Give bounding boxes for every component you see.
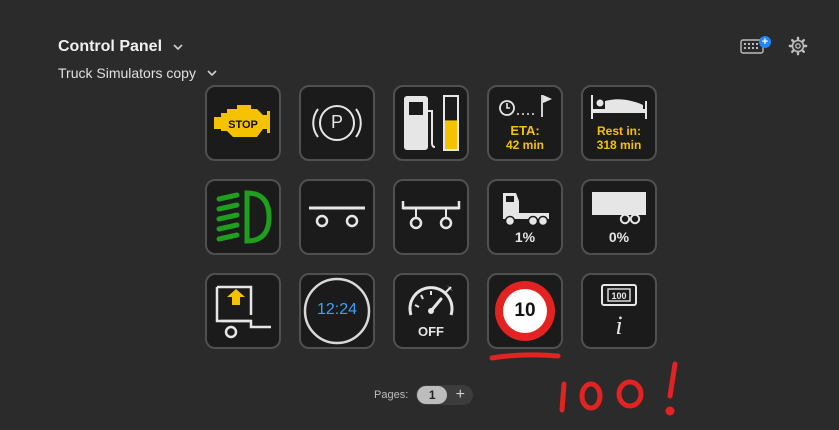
key-lift-axle[interactable] <box>205 273 281 349</box>
add-page-button[interactable]: + <box>447 385 473 405</box>
page-switcher: 1 + <box>416 385 474 405</box>
key-engine-stop[interactable]: STOP <box>205 85 281 161</box>
profile-name: Truck Simulators copy <box>58 65 196 81</box>
trailer-axle-icon <box>401 201 461 230</box>
key-speed-limit[interactable]: 10 <box>487 273 563 349</box>
key-clock[interactable]: 12:24 <box>299 273 375 349</box>
keyboard-button[interactable]: + <box>740 36 771 54</box>
info-letter: i <box>615 311 623 340</box>
key-grid: STOP P ETA: 42 min Rest in: 318 min 1% 0… <box>205 85 657 349</box>
low-beam-icon <box>216 190 272 244</box>
key-trailer-damage[interactable]: 0% <box>581 179 657 255</box>
add-badge: + <box>759 36 771 48</box>
pager: Pages: 1 + <box>374 385 474 405</box>
info-sign-value: 100 <box>611 291 627 301</box>
fuel-gauge-icon <box>404 95 459 151</box>
trailer-damage-value: 0% <box>608 229 630 245</box>
pages-label: Pages: <box>374 389 409 401</box>
eta-value: 42 min <box>505 138 544 152</box>
speed-limit-value: 10 <box>514 300 536 321</box>
rest-value: 318 min <box>596 138 642 152</box>
cruise-control-state: OFF <box>418 324 444 339</box>
lift-axle-icon <box>215 285 271 339</box>
key-parking-brake[interactable]: P <box>299 85 375 161</box>
gear-icon[interactable] <box>788 36 808 56</box>
handwritten-annotation <box>489 352 678 416</box>
engine-stop-label: STOP <box>228 119 258 131</box>
title-text: Control Panel <box>58 38 163 55</box>
key-info[interactable]: 100 i <box>581 273 657 349</box>
parking-brake-label: P <box>330 112 343 132</box>
clock-time: 12:24 <box>316 301 358 318</box>
key-trailer-axle[interactable] <box>299 179 375 255</box>
chevron-down-icon <box>207 70 217 77</box>
key-eta[interactable]: ETA: 42 min <box>487 85 563 161</box>
page-title[interactable]: Control Panel <box>58 38 184 56</box>
axle-icon <box>309 206 365 228</box>
key-truck-damage[interactable]: 1% <box>487 179 563 255</box>
key-cruise-control[interactable]: OFF <box>393 273 469 349</box>
truck-damage-value: 1% <box>514 229 536 245</box>
key-rest[interactable]: Rest in: 318 min <box>581 85 657 161</box>
chevron-down-icon <box>173 44 183 51</box>
key-trailer-raise[interactable] <box>393 179 469 255</box>
page-1-button[interactable]: 1 <box>417 386 448 404</box>
key-fuel[interactable] <box>393 85 469 161</box>
profile-selector[interactable]: Truck Simulators copy <box>58 65 218 81</box>
eta-label: ETA: <box>510 123 540 138</box>
rest-label: Rest in: <box>596 124 641 138</box>
key-headlights[interactable] <box>205 179 281 255</box>
